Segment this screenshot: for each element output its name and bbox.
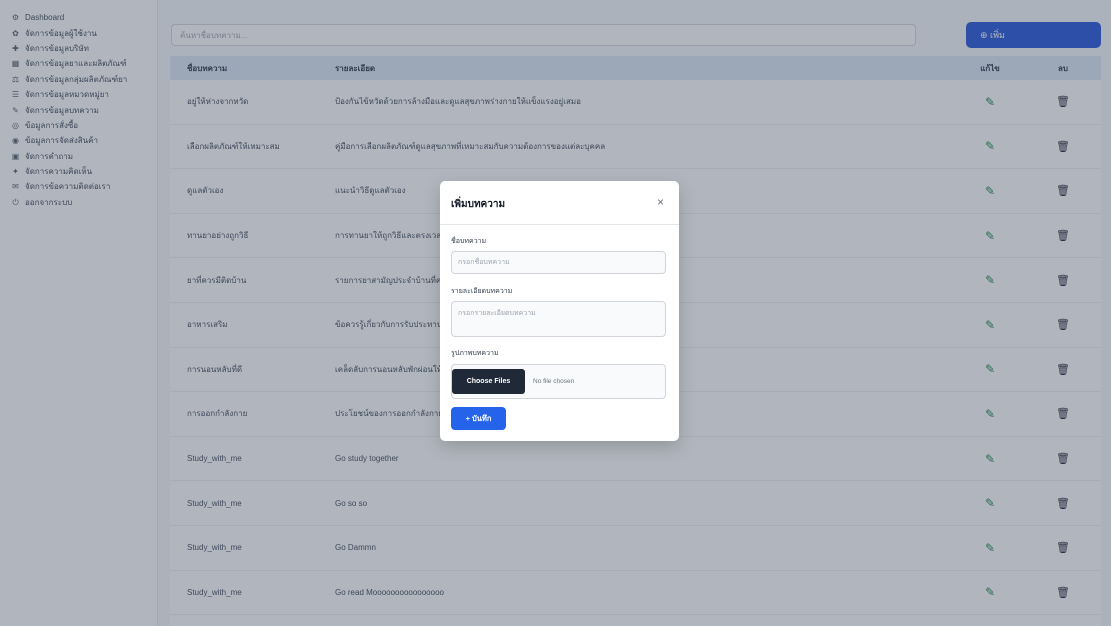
modal-title: เพิ่มบทความ <box>451 199 506 210</box>
article-name-field[interactable] <box>451 251 666 274</box>
add-article-modal: เพิ่มบทความ × ชื่อบทความ รายละเอียดบทควา… <box>440 181 679 441</box>
choose-files-button[interactable]: Choose Files <box>452 369 525 394</box>
modal-header: เพิ่มบทความ × <box>440 181 679 225</box>
file-status-text: No file chosen <box>533 378 575 385</box>
close-icon[interactable]: × <box>657 195 664 209</box>
save-button[interactable]: + บันทึก <box>451 407 506 430</box>
description-label: รายละเอียดบทความ <box>451 288 513 295</box>
article-description-field[interactable] <box>451 301 666 337</box>
image-label: รูปภาพบทความ <box>451 350 499 357</box>
name-label: ชื่อบทความ <box>451 238 487 245</box>
file-input[interactable]: Choose Files No file chosen <box>451 364 666 399</box>
